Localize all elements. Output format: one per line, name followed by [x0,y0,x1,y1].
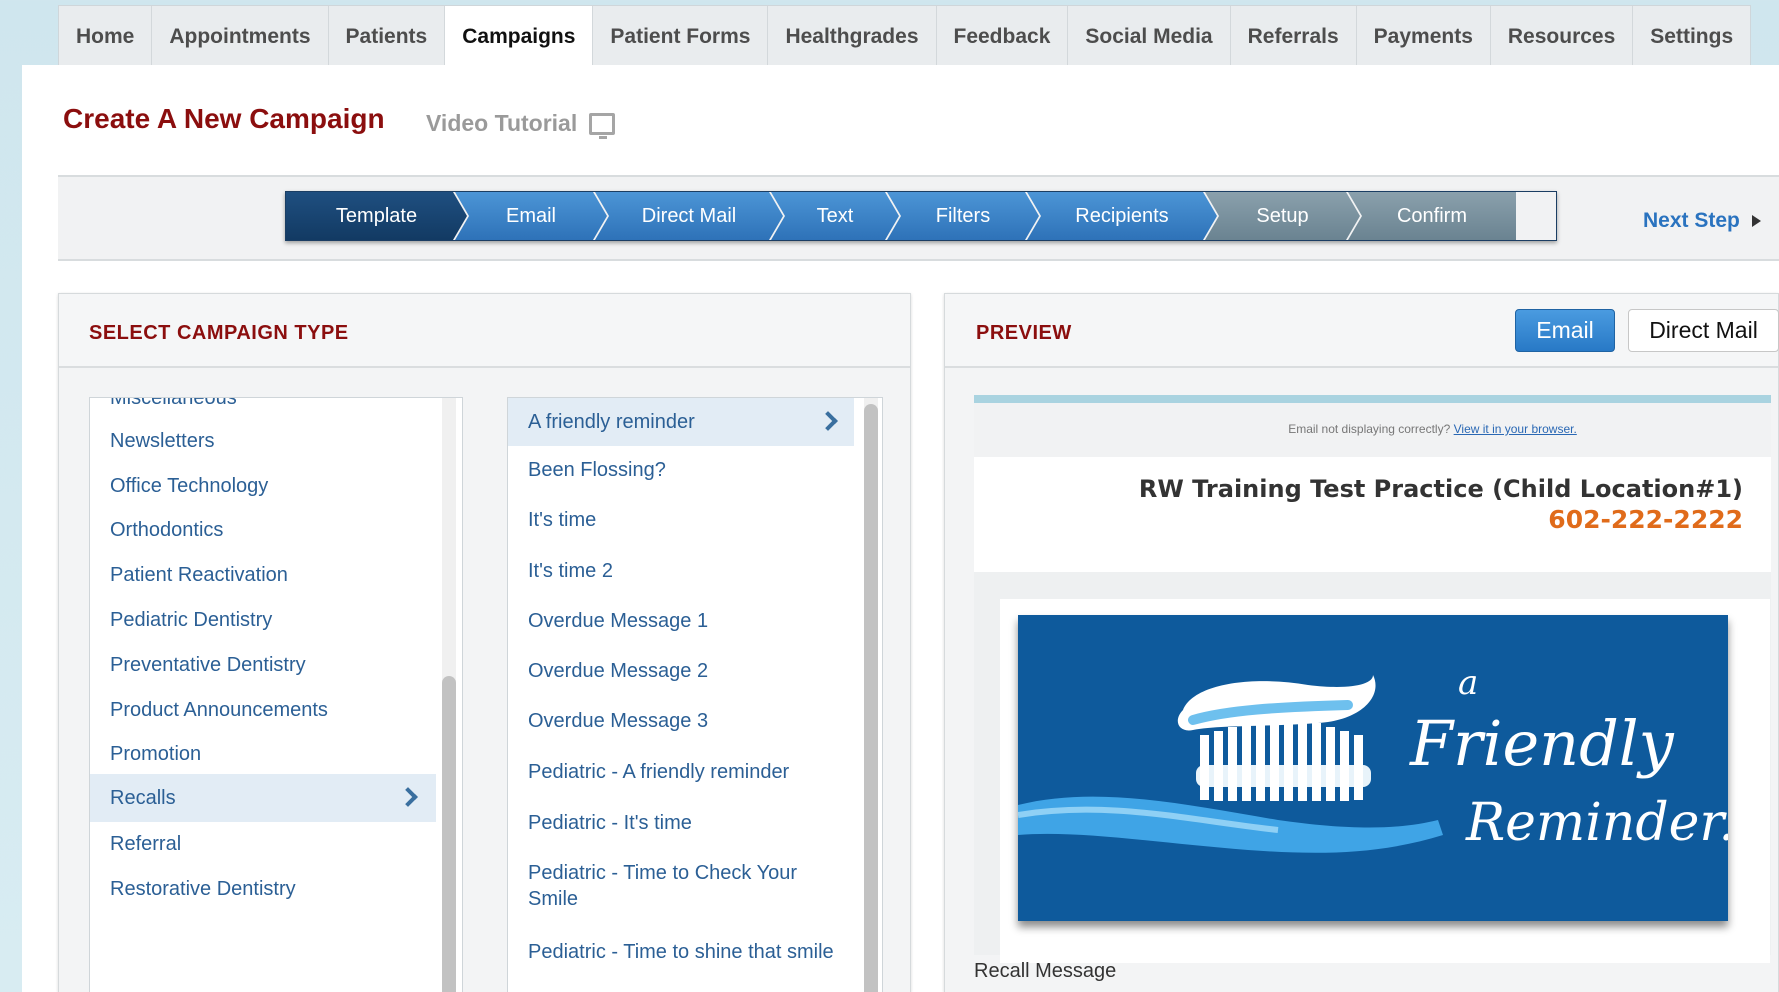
category-item-label: Recalls [110,787,176,809]
preview-direct-mail-button[interactable]: Direct Mail [1628,309,1779,352]
step-direct-mail[interactable]: Direct Mail [595,192,783,240]
template-item-label: A friendly reminder [528,411,695,433]
category-item[interactable]: Promotion [90,732,436,776]
nav-tab-patient-forms[interactable]: Patient Forms [593,6,769,66]
video-tutorial-link[interactable]: Video Tutorial [426,110,616,139]
category-item[interactable]: Miscellaneous [90,398,436,420]
category-item-selected[interactable]: Recalls [90,774,436,822]
template-item[interactable]: Overdue Message 3 [508,697,854,745]
email-preview: Email not displaying correctly? View it … [974,395,1771,963]
template-scrollbar-thumb[interactable] [864,404,878,992]
step-email[interactable]: Email [455,192,607,240]
nav-tab-settings[interactable]: Settings [1633,6,1750,66]
nav-tab-referrals[interactable]: Referrals [1231,6,1357,66]
nav-tab-feedback[interactable]: Feedback [937,6,1069,66]
campaign-type-heading: SELECT CAMPAIGN TYPE [89,322,349,344]
template-item[interactable]: Overdue Message 1 [508,597,854,645]
nav-tab-home[interactable]: Home [59,6,153,66]
category-item[interactable]: Newsletters [90,419,436,463]
top-nav: Home Appointments Patients Campaigns Pat… [58,5,1752,66]
template-item[interactable]: Pediatric - Time to Check Your Smile [508,860,828,912]
category-list: Miscellaneous Newsletters Office Technol… [89,397,463,992]
chevron-right-icon [818,411,838,431]
next-step-button[interactable]: Next Step [1643,209,1761,233]
category-item[interactable]: Office Technology [90,464,436,508]
view-in-browser-link[interactable]: View it in your browser. [1454,422,1577,436]
nav-tab-healthgrades[interactable]: Healthgrades [768,6,937,66]
category-item[interactable]: Pediatric Dentistry [90,598,436,642]
category-scrollbar-thumb[interactable] [442,676,456,992]
email-notice: Email not displaying correctly? View it … [974,403,1771,457]
step-confirm[interactable]: Confirm [1348,192,1516,240]
category-item[interactable]: Restorative Dentistry [90,867,436,911]
template-item[interactable]: It's time 2 [508,547,854,595]
step-template[interactable]: Template [286,192,467,240]
campaign-type-header: SELECT CAMPAIGN TYPE [59,294,910,368]
monitor-icon [589,112,616,139]
category-item[interactable]: Preventative Dentistry [90,643,436,687]
nav-tab-social-media[interactable]: Social Media [1068,6,1231,66]
practice-name: RW Training Test Practice (Child Locatio… [1138,475,1743,503]
chevron-right-icon [398,787,418,807]
wizard-steps: Template Email Direct Mail Text Filters … [285,191,1557,241]
friendly-reminder-banner: a Friendly Reminder.... [1018,615,1728,921]
banner-text-friendly: Friendly [1410,707,1674,780]
video-tutorial-label: Video Tutorial [426,110,578,136]
wizard-bar: Template Email Direct Mail Text Filters … [58,175,1779,261]
category-item[interactable]: Product Announcements [90,688,436,732]
preview-email-button[interactable]: Email [1515,309,1615,352]
banner-text-reminder: Reminder.... [1466,793,1728,853]
preview-heading: PREVIEW [976,322,1072,344]
category-item[interactable]: Referral [90,822,436,866]
template-item[interactable]: Been Flossing? [508,446,854,494]
category-item[interactable]: Orthodontics [90,508,436,552]
nav-tab-campaigns[interactable]: Campaigns [445,6,594,66]
campaign-type-panel: SELECT CAMPAIGN TYPE Miscellaneous Newsl… [58,293,911,992]
template-list: A friendly reminder Been Flossing? It's … [507,397,883,992]
template-item[interactable]: Pediatric - It's time [508,799,854,847]
step-text[interactable]: Text [771,192,899,240]
banner-text-a: a [1458,663,1479,703]
email-notice-text: Email not displaying correctly? [1288,422,1451,436]
step-setup[interactable]: Setup [1205,192,1360,240]
template-item[interactable]: Pediatric - Time to shine that smile [508,928,854,976]
nav-tab-appointments[interactable]: Appointments [152,6,329,66]
preview-caption: Recall Message [974,960,1117,982]
email-header: RW Training Test Practice (Child Locatio… [974,457,1771,572]
category-item[interactable]: Patient Reactivation [90,553,436,597]
step-filters[interactable]: Filters [887,192,1039,240]
template-item[interactable]: Pediatric - A friendly reminder [508,748,854,796]
template-item[interactable]: It's time [508,496,854,544]
page-title: Create A New Campaign [63,103,385,134]
nav-tab-resources[interactable]: Resources [1491,6,1634,66]
play-arrow-icon [1751,215,1761,227]
next-step-label: Next Step [1643,209,1740,232]
template-item-selected[interactable]: A friendly reminder [508,398,854,446]
nav-tab-payments[interactable]: Payments [1357,6,1491,66]
template-item[interactable]: Overdue Message 2 [508,647,854,695]
step-recipients[interactable]: Recipients [1027,192,1217,240]
nav-tab-patients[interactable]: Patients [329,6,446,66]
practice-phone: 602-222-2222 [1548,505,1743,534]
